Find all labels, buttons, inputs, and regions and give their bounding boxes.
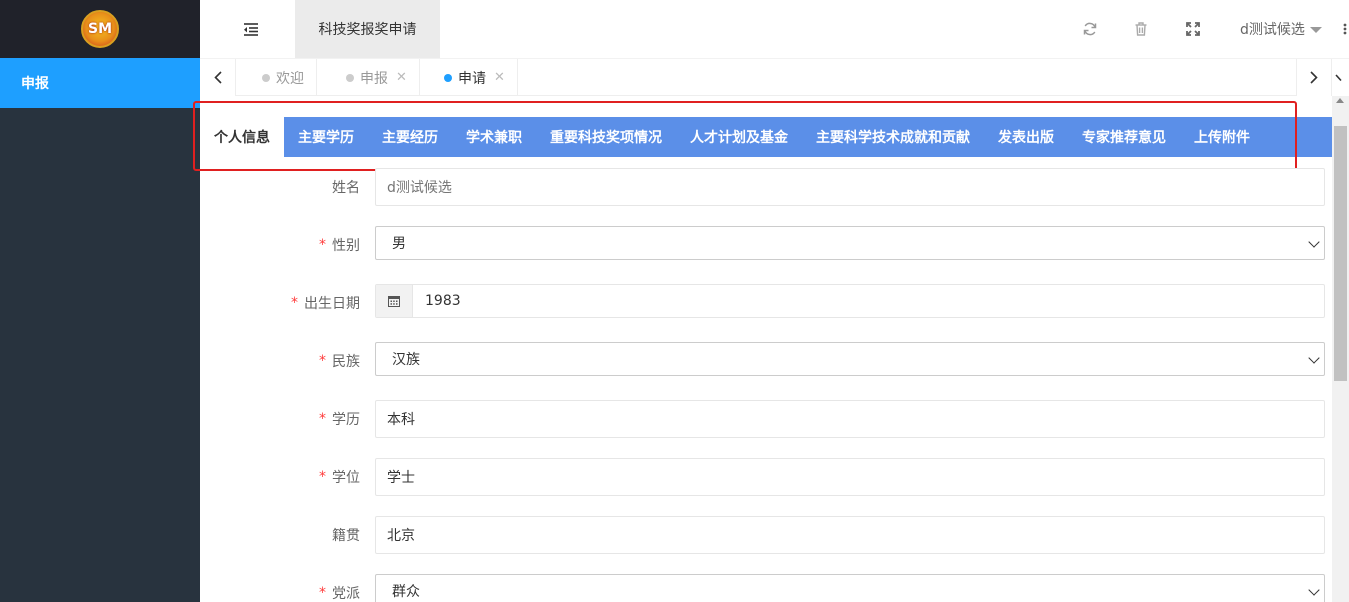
select-value: 群众 xyxy=(392,584,420,600)
label-text: 学历 xyxy=(332,412,360,428)
gender-label: * 性别 xyxy=(319,226,360,264)
tab-awards[interactable]: 重要科技奖项情况 xyxy=(536,117,676,157)
close-icon[interactable]: ✕ xyxy=(494,70,505,85)
user-menu[interactable]: d测试候选 xyxy=(1240,18,1322,40)
chevron-down-icon xyxy=(1308,584,1320,596)
gender-select[interactable]: 男 xyxy=(375,226,1325,260)
form-row-education: * 学历 本科 xyxy=(200,400,1332,438)
page-tabbar: 欢迎 申报 ✕ 申请 ✕ xyxy=(200,58,1349,96)
scroll-up-arrow-icon[interactable] xyxy=(1336,98,1344,103)
tab-label: 欢迎 xyxy=(276,70,304,87)
caret-down-icon xyxy=(1309,27,1322,33)
sidebar-item-apply[interactable]: 申报 xyxy=(0,58,200,108)
scrollbar-thumb[interactable] xyxy=(1334,126,1347,381)
tab-scroll-left-button[interactable] xyxy=(200,59,236,96)
tab-label: 申报 xyxy=(360,70,388,87)
chevron-down-icon xyxy=(1308,352,1320,364)
form-row-name: 姓名 d测试候选 xyxy=(200,168,1332,206)
required-mark: * xyxy=(319,353,326,369)
tab-talent-programs[interactable]: 人才计划及基金 xyxy=(676,117,802,157)
tab-apply[interactable]: 申请 ✕ xyxy=(432,59,518,96)
form-row-degree: * 学位 学士 xyxy=(200,458,1332,496)
degree-input[interactable]: 学士 xyxy=(375,458,1325,496)
chevron-left-icon xyxy=(213,71,222,84)
sidebar-item-label: 申报 xyxy=(21,76,49,92)
user-name: d测试候选 xyxy=(1240,22,1305,38)
birth-date-label: * 出生日期 xyxy=(291,284,360,322)
birth-date-value: 1983 xyxy=(425,293,461,309)
header: 科技奖报奖申请 d测试候选 xyxy=(200,0,1349,58)
select-value: 男 xyxy=(392,236,406,252)
required-mark: * xyxy=(319,585,326,601)
more-vertical-icon[interactable] xyxy=(1340,18,1349,40)
label-text: 学位 xyxy=(332,470,360,486)
close-icon[interactable]: ✕ xyxy=(396,70,407,85)
tab-dropdown-button[interactable] xyxy=(1332,59,1349,96)
tab-experience[interactable]: 主要经历 xyxy=(368,117,452,157)
select-value: 汉族 xyxy=(392,352,420,368)
tab-dot-icon xyxy=(262,73,270,82)
tab-education[interactable]: 主要学历 xyxy=(284,117,368,157)
label-text: 民族 xyxy=(332,354,360,370)
name-label: 姓名 xyxy=(332,168,360,206)
chevron-down-icon xyxy=(1334,73,1342,81)
chevron-down-icon xyxy=(1308,236,1320,248)
logo: SM xyxy=(81,10,119,48)
header-page-title[interactable]: 科技奖报奖申请 xyxy=(295,0,440,58)
degree-label: * 学位 xyxy=(319,458,360,496)
tab-personal-info[interactable]: 个人信息 xyxy=(200,117,284,157)
form-row-birth-date: * 出生日期 1983 xyxy=(200,284,1332,322)
required-mark: * xyxy=(319,469,326,485)
ethnicity-label: * 民族 xyxy=(319,342,360,380)
tab-expert-recommendation[interactable]: 专家推荐意见 xyxy=(1068,117,1180,157)
label-text: 姓名 xyxy=(332,180,360,196)
native-place-label: 籍贯 xyxy=(332,516,360,554)
form-row-ethnicity: * 民族 汉族 xyxy=(200,342,1332,380)
chevron-right-icon xyxy=(1310,71,1318,84)
required-mark: * xyxy=(319,411,326,427)
tab-publications[interactable]: 发表出版 xyxy=(984,117,1068,157)
tab-label: 申请 xyxy=(458,70,486,87)
form-row-native-place: 籍贯 北京 xyxy=(200,516,1332,554)
label-text: 出生日期 xyxy=(304,296,360,312)
tab-dot-icon xyxy=(346,73,354,82)
fullscreen-icon[interactable] xyxy=(1182,18,1204,40)
form-row-gender: * 性别 男 xyxy=(200,226,1332,264)
form-row-party: * 党派 群众 xyxy=(200,574,1332,602)
refresh-icon[interactable] xyxy=(1079,18,1101,40)
required-mark: * xyxy=(319,237,326,253)
menu-fold-icon[interactable] xyxy=(236,19,266,39)
education-label: * 学历 xyxy=(319,400,360,438)
tab-welcome[interactable]: 欢迎 xyxy=(250,59,317,96)
ethnicity-select[interactable]: 汉族 xyxy=(375,342,1325,376)
name-input[interactable]: d测试候选 xyxy=(375,168,1325,206)
birth-date-input[interactable]: 1983 xyxy=(375,284,1325,318)
tab-scroll-right-button[interactable] xyxy=(1296,59,1332,96)
required-mark: * xyxy=(291,295,298,311)
tab-achievements[interactable]: 主要科学技术成就和贡献 xyxy=(802,117,984,157)
tab-academic-positions[interactable]: 学术兼职 xyxy=(452,117,536,157)
party-select[interactable]: 群众 xyxy=(375,574,1325,602)
label-text: 性别 xyxy=(332,238,360,254)
trash-icon[interactable] xyxy=(1130,18,1152,40)
content-tabs: 个人信息 主要学历 主要经历 学术兼职 重要科技奖项情况 人才计划及基金 主要科… xyxy=(200,117,1332,157)
logo-area: SM xyxy=(0,0,200,58)
tab-dot-icon xyxy=(444,73,452,82)
logo-text: SM xyxy=(87,21,112,37)
scrollbar[interactable] xyxy=(1332,96,1349,602)
education-input[interactable]: 本科 xyxy=(375,400,1325,438)
label-text: 党派 xyxy=(332,586,360,602)
native-place-input[interactable]: 北京 xyxy=(375,516,1325,554)
calendar-icon xyxy=(376,285,413,317)
party-label: * 党派 xyxy=(319,574,360,602)
tab-declare[interactable]: 申报 ✕ xyxy=(334,59,420,96)
tab-attachments[interactable]: 上传附件 xyxy=(1180,117,1264,157)
sidebar: SM 申报 xyxy=(0,0,200,602)
label-text: 籍贯 xyxy=(332,528,360,544)
